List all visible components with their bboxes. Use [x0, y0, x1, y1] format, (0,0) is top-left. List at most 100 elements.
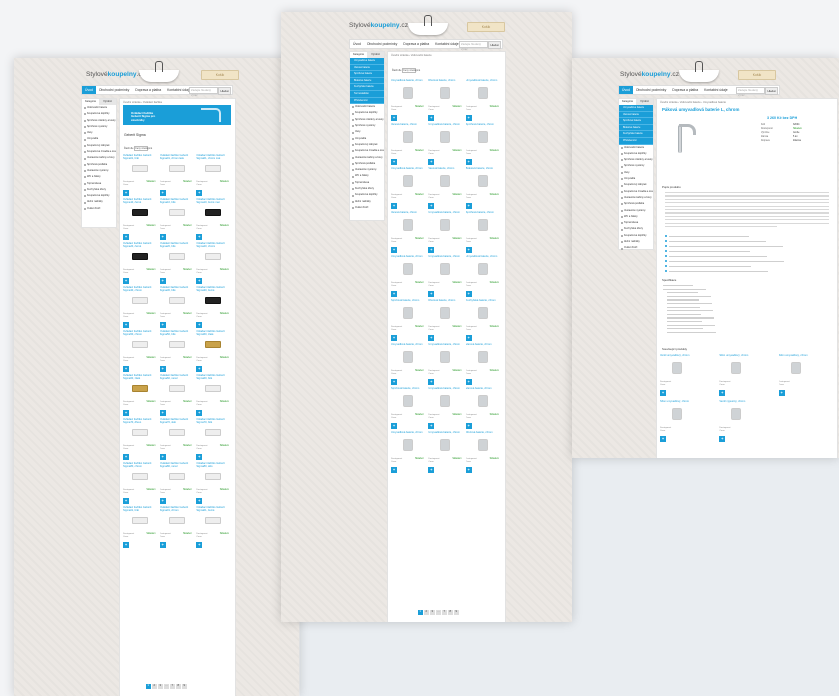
page-link[interactable]: … [164, 684, 169, 689]
product-card[interactable]: Umyvadlová baterie, chrom Dostupnost Cena S… [391, 431, 424, 475]
faucet-image[interactable] [403, 175, 413, 187]
product-image[interactable] [731, 362, 742, 374]
add-to-cart-button[interactable]: + [196, 190, 203, 196]
add-to-cart-button[interactable]: + [465, 379, 472, 385]
product-card[interactable]: Umyvadlová baterie, chrom Dostupnost Cena S… [428, 255, 462, 299]
faucet-image[interactable] [403, 439, 413, 451]
product-title[interactable]: Ovládací tlačítko Geberit Sigma30, chrom [123, 286, 156, 292]
add-to-cart-button[interactable]: + [159, 542, 166, 548]
add-to-cart-button[interactable]: + [196, 366, 203, 372]
product-card[interactable]: Vanová baterie, chrom Dostupnost Cena Sklad… [465, 387, 499, 431]
sidebar-subitem[interactable]: Příslušenství [619, 137, 653, 145]
sidebar-subitem[interactable]: Sprchové baterie [619, 118, 653, 125]
product-card[interactable]: Vanová baterie, chrom Dostupnost Cena Sklad… [428, 167, 462, 211]
product-card[interactable]: Ovládací tlačítko Geberit Sigma10, bílé D… [159, 198, 193, 242]
product-title[interactable]: Umyvadlová baterie, chrom [428, 123, 461, 129]
product-card[interactable]: Ovládací tlačítko Geberit Sigma80, nerez… [159, 462, 192, 506]
sidebar-subitem[interactable]: Bidetové baterie [350, 77, 384, 85]
product-card[interactable]: Ovládací tlačítko Geberit Sigma60, zlaté… [123, 374, 156, 418]
faucet-image[interactable] [440, 175, 451, 187]
page-link[interactable]: 1 [418, 610, 423, 615]
product-title[interactable]: Ovládací tlačítko Geberit Sigma60, zlaté [123, 374, 156, 380]
nav-item[interactable]: Kontaktní údaje [701, 86, 731, 94]
product-card[interactable]: Ovládací tlačítko Geberit Sigma01, chrom… [196, 154, 229, 198]
sidebar-subitem[interactable]: Sprchové baterie [350, 71, 384, 78]
sort-filter[interactable]: Řadit dle Ceny vzestupně [124, 146, 152, 152]
product-card[interactable]: Ovládací tlačítko Geberit Sigma80, sklo D… [196, 462, 229, 506]
button-plate-image[interactable] [168, 297, 185, 304]
product-title[interactable]: Kuchyňská baterie, chrom [466, 299, 499, 305]
product-title[interactable]: Ovládací tlačítko Geberit Sigma60, nerez [160, 374, 193, 380]
product-card[interactable]: Sprchová baterie, chrom Dostupnost Cena Skl… [391, 299, 424, 343]
add-to-cart-button[interactable]: + [196, 410, 203, 416]
product-title[interactable]: Ovládací tlačítko Geberit Sigma10, černé… [196, 198, 229, 204]
product-title[interactable]: Umyvadlová baterie, chrom [391, 431, 424, 437]
add-to-cart-button[interactable]: + [159, 278, 166, 284]
product-card[interactable]: Ovládací tlačítko Geberit Sigma10, černé… [123, 198, 156, 242]
product-card[interactable]: Ovládací tlačítko Geberit Sigma70, bílé D… [196, 418, 229, 462]
product-title[interactable]: Umyvadlová baterie, chrom [391, 343, 424, 349]
faucet-image[interactable] [477, 87, 488, 99]
search-input[interactable]: Zadejte hledaný výraz [189, 87, 218, 97]
product-title[interactable]: Ovládací tlačítko Geberit Sigma50, chrom [123, 330, 156, 336]
sort-filter[interactable]: Řadit dle Ceny vzestupně [392, 68, 420, 74]
add-to-cart-button[interactable]: + [391, 379, 397, 385]
product-title[interactable]: Vanová baterie, chrom [466, 343, 499, 349]
product-title[interactable]: Ovládací tlačítko Geberit Sigma60, bílé [196, 374, 229, 380]
cart-button[interactable]: Košík [467, 22, 505, 32]
button-plate-image[interactable] [205, 165, 222, 172]
product-title[interactable]: Ovládací tlačítko Geberit Sigma10, bílé [160, 198, 193, 204]
add-to-cart-button[interactable]: + [123, 366, 129, 372]
faucet-image[interactable] [440, 87, 451, 99]
faucet-image[interactable] [477, 131, 488, 143]
product-title[interactable]: Umyvadlová baterie, chrom [391, 167, 424, 173]
product-card[interactable]: Umyvadlová baterie, chrom Dostupnost Cena S… [428, 123, 462, 167]
faucet-image[interactable] [477, 395, 488, 407]
related-product-card[interactable]: Ventil umyvadlový, chrom Dostupnost Cena + [660, 354, 715, 400]
product-card[interactable]: Sprchová baterie, chrom Dostupnost Cena Skl… [465, 211, 499, 255]
add-to-cart-button[interactable]: + [391, 291, 397, 297]
add-to-cart-button[interactable]: + [428, 159, 435, 165]
product-title[interactable]: Ovládací tlačítko Geberit Sigma20, černé [123, 242, 156, 248]
product-title[interactable]: Ventil umyvadlový, chrom [660, 354, 715, 360]
button-plate-image[interactable] [132, 473, 148, 480]
button-plate-image[interactable] [205, 473, 222, 480]
product-card[interactable]: Ovládací tlačítko Geberit Sigma60, bílé D… [196, 374, 229, 418]
page-link[interactable]: 9 [454, 610, 459, 615]
product-card[interactable]: Ovládací tlačítko Geberit Sigma01, chrom… [159, 154, 192, 198]
faucet-image[interactable] [477, 351, 488, 363]
sidebar-subitem[interactable]: Kuchyňské baterie [619, 131, 653, 138]
sidebar-subitem[interactable]: Termostatické [350, 90, 384, 98]
sidebar-item[interactable]: Outlet zboží [82, 206, 116, 212]
page-link[interactable]: 3 [430, 610, 435, 615]
add-to-cart-button[interactable]: + [719, 436, 726, 442]
add-to-cart-button[interactable]: + [428, 247, 435, 253]
sidebar-subitem[interactable]: Umyvadlové baterie [350, 58, 384, 65]
product-card[interactable]: Dřezová baterie, chrom Dostupnost Cena Skla… [428, 299, 462, 343]
faucet-image[interactable] [477, 219, 488, 231]
sidebar-subitem[interactable]: Bidetové baterie [619, 124, 653, 132]
product-card[interactable]: Umyvadlová baterie, chrom Dostupnost Cena S… [391, 343, 424, 387]
add-to-cart-button[interactable]: + [391, 335, 397, 341]
product-title[interactable]: Sprchová baterie, chrom [466, 123, 499, 129]
button-plate-image[interactable] [205, 341, 222, 348]
promo-banner[interactable]: Ovládací tlačítka Geberit Sigma pro záso… [123, 105, 231, 125]
product-card[interactable]: Ovládací tlačítko Geberit Sigma30, černé… [196, 286, 229, 330]
product-card[interactable]: Vanová baterie, chrom Dostupnost Cena Sklad… [465, 343, 499, 387]
button-plate-image[interactable] [168, 253, 185, 260]
product-card[interactable]: Ovládací tlačítko Geberit Sigma50, bílé D… [159, 330, 192, 374]
product-title[interactable]: Sifon umyvadlový, chrom [779, 354, 834, 360]
button-plate-image[interactable] [132, 165, 148, 172]
product-card[interactable]: Bidetová baterie, chrom Dostupnost Cena Skl… [465, 167, 499, 211]
product-card[interactable]: Sprchová baterie, chrom Dostupnost Cena Skl… [465, 123, 499, 167]
product-image[interactable] [662, 117, 702, 159]
product-card[interactable]: Ovládací tlačítko Geberit Sigma50, zlaté… [196, 330, 229, 374]
page-link[interactable]: 9 [182, 684, 187, 689]
faucet-image[interactable] [403, 263, 413, 275]
add-to-cart-button[interactable]: + [428, 115, 435, 121]
button-plate-image[interactable] [168, 341, 185, 348]
add-to-cart-button[interactable]: + [391, 423, 397, 429]
product-title[interactable]: Umyvadlová baterie, chrom [466, 79, 499, 85]
button-plate-image[interactable] [168, 165, 185, 172]
product-title[interactable]: Dřezová baterie, chrom [428, 299, 461, 305]
